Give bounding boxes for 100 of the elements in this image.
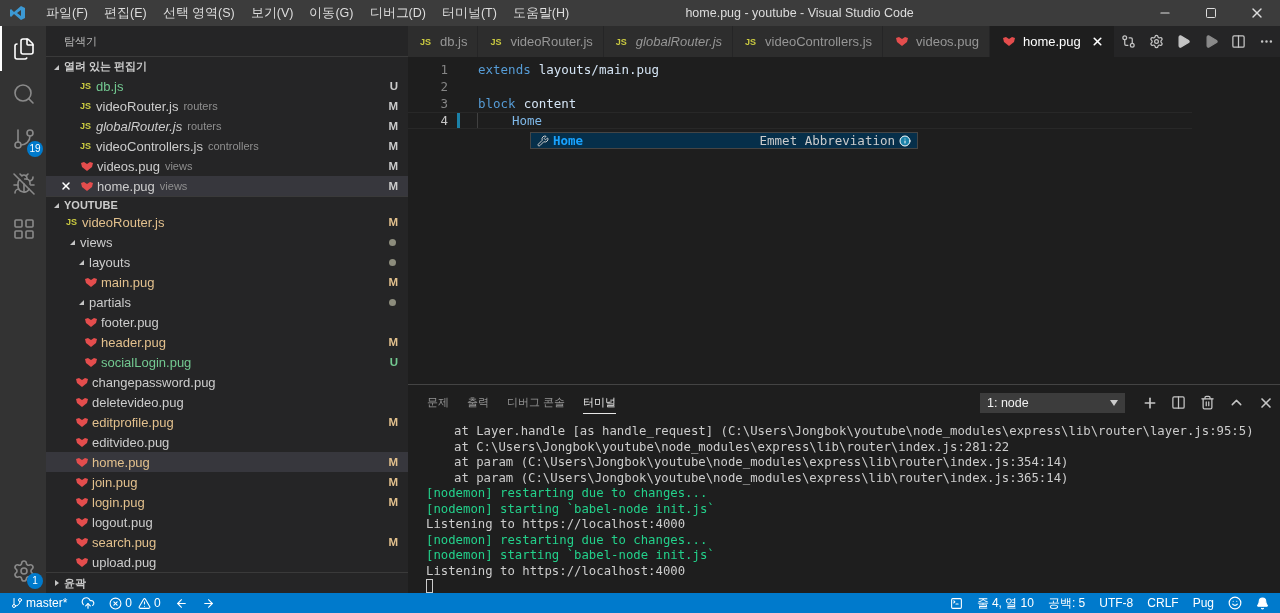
git-status: M: [388, 536, 398, 548]
menu-item[interactable]: 터미널(T): [433, 4, 505, 22]
tree-item[interactable]: layouts: [46, 252, 408, 272]
split-icon: [1231, 34, 1247, 49]
activity-button[interactable]: 19: [0, 116, 46, 161]
open-editor-item[interactable]: JS videoControllers.js controllers M: [46, 136, 408, 156]
menu-item[interactable]: 편집(E): [95, 4, 155, 22]
open-editor-item[interactable]: home.pug views M: [46, 176, 408, 196]
section-header[interactable]: 열려 있는 편집기: [46, 56, 408, 76]
tree-item[interactable]: partials: [46, 292, 408, 312]
editor-tab[interactable]: JS globalRouter.js: [603, 26, 734, 57]
file-name: layouts: [89, 254, 131, 270]
git-status: M: [388, 160, 398, 172]
panel-tab[interactable]: 터미널: [583, 391, 617, 414]
files-icon: [12, 36, 36, 61]
pug-file-icon: [75, 557, 89, 567]
menu-item[interactable]: 도움말(H): [504, 4, 578, 22]
menu-item[interactable]: 디버그(D): [361, 4, 434, 22]
settings-icon: [1148, 34, 1164, 49]
tree-item[interactable]: header.pug M: [46, 332, 408, 352]
menu-item[interactable]: 파일(F): [38, 4, 96, 22]
file-name: login.pug: [92, 494, 145, 510]
tree-item[interactable]: socialLogin.pug U: [46, 352, 408, 372]
js-file-icon: JS: [80, 141, 96, 151]
tree-item[interactable]: footer.pug: [46, 312, 408, 332]
tab-label: videoControllers.js: [765, 34, 873, 49]
panel-tab[interactable]: 출력: [467, 391, 489, 414]
count-badge: 19: [27, 141, 43, 157]
play-icon: [1203, 34, 1219, 49]
menu-item[interactable]: 이동(G): [301, 4, 362, 22]
indentation-setting[interactable]: 공백: 5: [1040, 594, 1093, 612]
open-editor-item[interactable]: JS db.js U: [46, 76, 408, 96]
tree-item[interactable]: home.pug M: [46, 452, 408, 472]
line-ending-setting[interactable]: CRLF: [1140, 596, 1186, 610]
editor-tab[interactable]: JS videoRouter.js: [478, 26, 604, 57]
file-name: views: [80, 234, 113, 250]
tree-item[interactable]: views: [46, 232, 408, 252]
line-number: 4: [439, 113, 448, 128]
tab-label: db.js: [440, 34, 468, 49]
tree-item[interactable]: search.pug M: [46, 532, 408, 552]
section-header[interactable]: YOUTUBE: [46, 196, 408, 212]
encoding-setting[interactable]: UTF-8: [1092, 596, 1141, 610]
pug-file-icon: [84, 317, 98, 327]
git-status: M: [388, 496, 398, 508]
js-file-icon: JS: [66, 217, 82, 227]
open-editor-item[interactable]: JS videoRouter.js routers M: [46, 96, 408, 116]
tree-item[interactable]: JS videoRouter.js M: [46, 212, 408, 232]
tree-item[interactable]: main.pug M: [46, 272, 408, 292]
tree-item[interactable]: logout.pug: [46, 512, 408, 532]
tree-item[interactable]: changepassword.pug: [46, 372, 408, 392]
editor-tab[interactable]: JS db.js: [408, 26, 479, 57]
arrow-right-icon: [201, 596, 215, 610]
tree-item[interactable]: editvideo.pug: [46, 432, 408, 452]
folder-description: routers: [183, 100, 218, 112]
close-icon[interactable]: [60, 180, 72, 192]
tab-label: globalRouter.js: [635, 34, 723, 49]
open-editor-item[interactable]: videos.pug views M: [46, 156, 408, 176]
problems-indicator[interactable]: 0 0: [102, 596, 168, 610]
panel-tab[interactable]: 문제: [427, 391, 449, 414]
cursor-position[interactable]: 줄 4, 열 10: [969, 594, 1041, 612]
git-status: M: [388, 476, 398, 488]
editor-tab[interactable]: JS videoControllers.js: [733, 26, 884, 57]
git-status: M: [388, 100, 398, 112]
open-editor-item[interactable]: JS globalRouter.js routers M: [46, 116, 408, 136]
compare-icon: [1121, 34, 1136, 49]
code-token: layouts/main.pug: [538, 62, 660, 77]
pug-file-icon: [75, 517, 89, 527]
suggestion-label: Home: [553, 133, 584, 148]
menu-item[interactable]: 보기(V): [242, 4, 302, 22]
tree-item[interactable]: login.pug M: [46, 492, 408, 512]
terminal-line: [nodemon] starting `babel-node init.js`: [426, 548, 716, 564]
editor-tab[interactable]: home.pug: [989, 26, 1115, 57]
file-name: join.pug: [92, 474, 138, 490]
menu-item[interactable]: 선택 영역(S): [154, 4, 243, 22]
file-name: home.pug: [92, 454, 150, 470]
tree-item[interactable]: deletevideo.pug: [46, 392, 408, 412]
pug-file-icon: [75, 377, 89, 387]
branch-indicator[interactable]: master*: [4, 596, 75, 610]
smiley-icon: [1228, 596, 1242, 610]
js-file-icon: JS: [745, 36, 762, 47]
language-mode[interactable]: Pug: [1185, 596, 1221, 610]
file-name: videoRouter.js: [96, 98, 179, 114]
info-icon[interactable]: [899, 134, 911, 147]
git-status: U: [389, 80, 398, 92]
file-name: videoControllers.js: [96, 138, 203, 154]
git-status: M: [388, 180, 398, 192]
section-title: 윤곽: [64, 575, 86, 591]
settings-button[interactable]: 1: [0, 548, 46, 593]
editor-tab[interactable]: videos.pug: [883, 26, 990, 57]
git-status: M: [388, 336, 398, 348]
folder-description: views: [159, 180, 188, 192]
git-status: M: [388, 140, 398, 152]
panel-tab[interactable]: 디버그 콘솔: [507, 391, 566, 414]
terminal-select[interactable]: 1: node: [980, 392, 1125, 413]
suggestion-item[interactable]: Home Emmet Abbreviation: [530, 132, 918, 149]
tree-item[interactable]: upload.pug: [46, 552, 408, 572]
tree-item[interactable]: editprofile.pug M: [46, 412, 408, 432]
tree-item[interactable]: join.pug M: [46, 472, 408, 492]
close-icon[interactable]: [1090, 35, 1104, 48]
file-name: search.pug: [92, 534, 157, 550]
